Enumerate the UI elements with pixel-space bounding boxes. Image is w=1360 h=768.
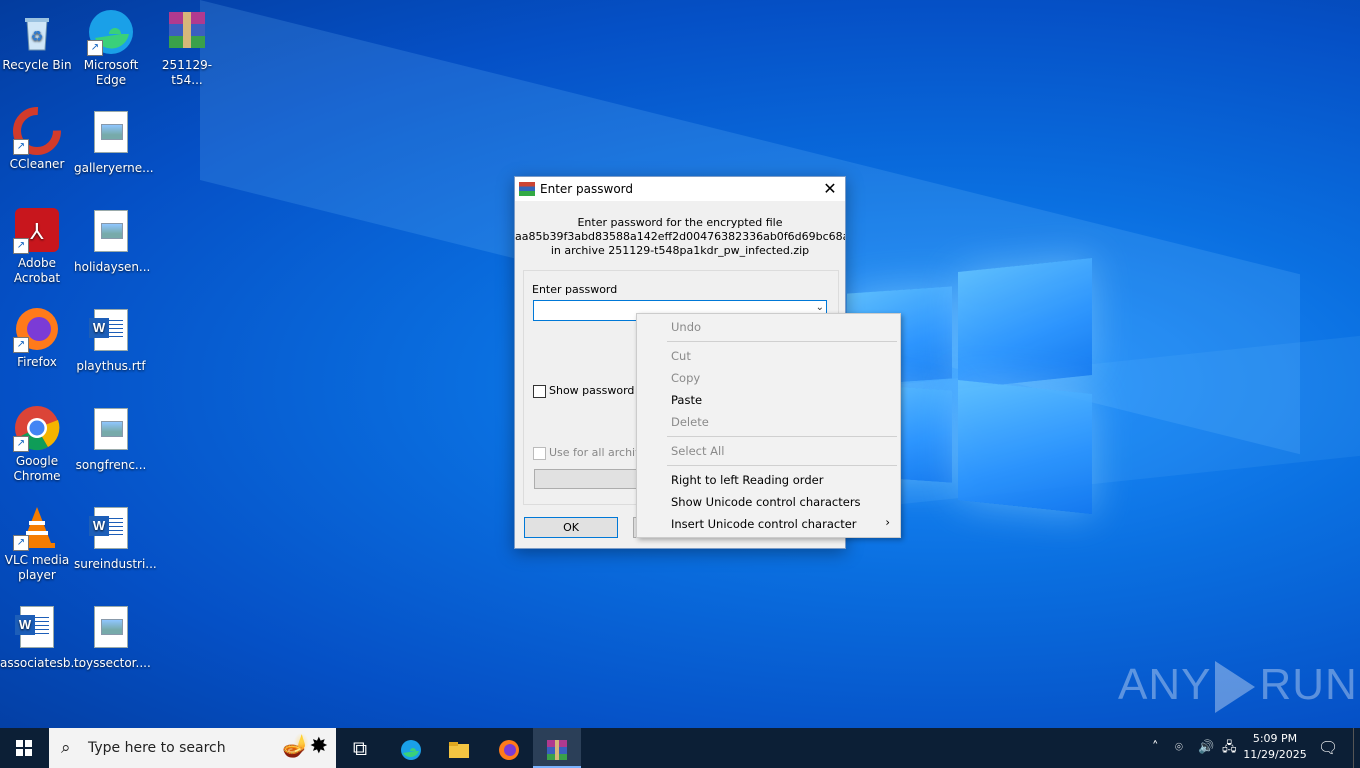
start-button[interactable]	[0, 728, 48, 768]
dialog-message: Enter password for the encrypted file aa…	[515, 216, 845, 257]
firefox-taskbar-icon[interactable]	[485, 728, 533, 768]
desktop-icon-ccleaner[interactable]: ↗ CCleaner	[0, 107, 74, 172]
password-label: Enter password	[532, 283, 618, 296]
menu-item-rtl-reading-order[interactable]: Right to left Reading order	[671, 473, 823, 487]
submenu-arrow-icon: ›	[885, 515, 890, 529]
edge-icon: ↗	[87, 8, 135, 56]
search-input[interactable]: Type here to search	[88, 740, 226, 756]
desktop-icon-recycle-bin[interactable]: ♻ Recycle Bin	[0, 8, 74, 73]
dialog-titlebar[interactable]: Enter password ✕	[515, 177, 845, 201]
desktop-icon-chrome[interactable]: ↗ Google Chrome	[0, 404, 74, 484]
dialog-title: Enter password	[540, 182, 633, 196]
desktop-icon-file[interactable]: W associatesb...	[0, 602, 82, 671]
desktop-icon-file[interactable]: toyssector....	[74, 602, 151, 671]
menu-item-paste[interactable]: Paste	[671, 393, 702, 407]
menu-item-insert-unicode[interactable]: Insert Unicode control character	[671, 517, 857, 531]
recycle-bin-icon: ♻	[13, 8, 61, 56]
image-file-icon	[94, 210, 128, 252]
acrobat-icon: ⅄ ↗	[13, 206, 61, 254]
show-password-checkbox[interactable]: Show password	[533, 384, 634, 398]
chrome-icon: ↗	[13, 404, 61, 452]
task-view-icon[interactable]: ⧉	[336, 728, 384, 768]
search-highlight-icon: 🪔✸	[282, 734, 328, 759]
edge-taskbar-icon[interactable]	[387, 728, 435, 768]
desktop-icon-file[interactable]: galleryerne...	[74, 107, 154, 176]
menu-separator	[667, 465, 897, 466]
word-doc-icon: W	[15, 606, 54, 648]
word-doc-icon: W	[89, 507, 128, 549]
image-file-icon	[94, 408, 128, 450]
network-icon[interactable]: 🖧	[1222, 728, 1237, 768]
taskbar-search[interactable]: ⌕ Type here to search 🪔✸	[49, 728, 336, 768]
show-desktop-button[interactable]	[1353, 728, 1360, 768]
menu-item-copy[interactable]: Copy	[671, 371, 700, 385]
menu-item-delete[interactable]: Delete	[671, 415, 709, 429]
menu-separator	[667, 341, 897, 342]
desktop-icon-file[interactable]: holidaysen...	[74, 206, 150, 275]
winrar-icon	[519, 182, 535, 196]
chevron-up-icon[interactable]: ˄	[1152, 728, 1159, 768]
firefox-icon: ↗	[13, 305, 61, 353]
ccleaner-icon: ↗	[13, 107, 61, 155]
menu-item-select-all[interactable]: Select All	[671, 444, 724, 458]
svg-text:♻: ♻	[31, 29, 44, 45]
menu-item-cut[interactable]: Cut	[671, 349, 691, 363]
chevron-down-icon[interactable]: ⌄	[816, 302, 824, 313]
file-explorer-icon[interactable]	[435, 728, 483, 768]
play-icon	[1215, 661, 1256, 714]
desktop-icon-vlc[interactable]: ↗ VLC media player	[0, 503, 74, 583]
ok-button[interactable]: OK	[524, 517, 618, 538]
desktop-icon-file[interactable]: W sureindustri...	[74, 503, 157, 572]
winrar-archive-icon	[163, 8, 211, 56]
desktop-icon-file[interactable]: W playthus.rtf	[74, 305, 148, 374]
winrar-taskbar-icon[interactable]	[533, 728, 581, 768]
menu-separator	[667, 436, 897, 437]
windows-icon	[16, 740, 32, 756]
word-doc-icon: W	[89, 309, 128, 351]
vlc-icon: ↗	[13, 503, 61, 551]
search-icon: ⌕	[61, 738, 71, 758]
taskbar-clock[interactable]: 5:09 PM 11/29/2025	[1242, 731, 1308, 763]
taskbar: ⌕ Type here to search 🪔✸ ⧉ ˄ ⌾ 🔊 🖧 5:09 …	[0, 728, 1360, 768]
desktop-icon-archive[interactable]: 251129-t54...	[150, 8, 224, 88]
desktop-icon-firefox[interactable]: ↗ Firefox	[0, 305, 74, 370]
desktop-icon-acrobat[interactable]: ⅄ ↗ Adobe Acrobat	[0, 206, 74, 286]
notification-icon[interactable]: 🗨	[1318, 728, 1338, 768]
desktop-icon-edge[interactable]: ↗ Microsoft Edge	[74, 8, 148, 88]
anyrun-watermark: ANY RUN	[1118, 660, 1358, 714]
image-file-icon	[94, 606, 128, 648]
image-file-icon	[94, 111, 128, 153]
close-icon[interactable]: ✕	[815, 177, 845, 201]
meet-now-icon[interactable]: ⌾	[1175, 728, 1183, 768]
desktop-icon-file[interactable]: songfrenc...	[74, 404, 148, 473]
menu-item-show-unicode[interactable]: Show Unicode control characters	[671, 495, 861, 509]
menu-item-undo[interactable]: Undo	[671, 320, 701, 334]
edit-context-menu: Undo Cut Copy Paste Delete Select All Ri…	[636, 313, 901, 538]
volume-icon[interactable]: 🔊	[1198, 728, 1214, 768]
svg-text:⅄: ⅄	[30, 220, 44, 245]
